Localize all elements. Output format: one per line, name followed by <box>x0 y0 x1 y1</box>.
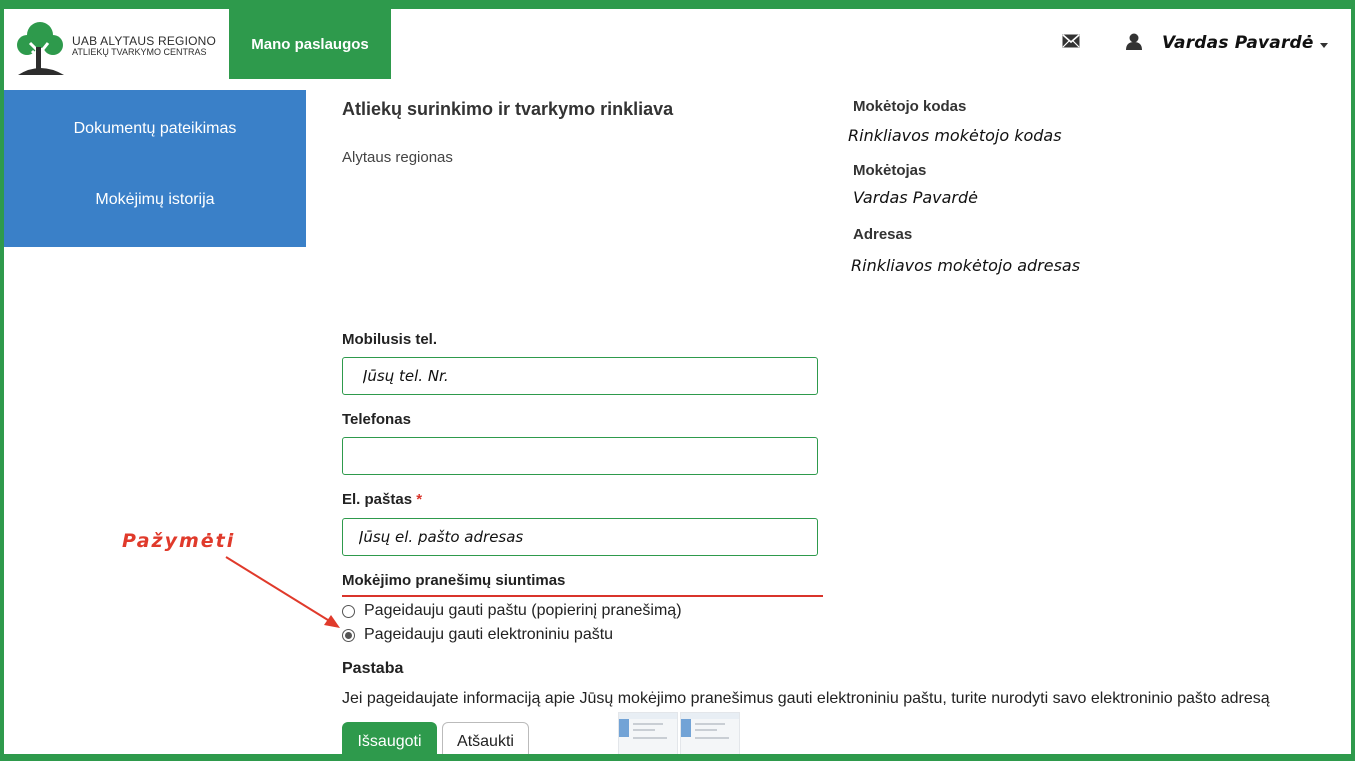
note-heading: Pastaba <box>342 660 404 677</box>
caret-down-icon[interactable] <box>1320 43 1328 48</box>
delivery-heading: Mokėjimo pranešimų siuntimas <box>342 572 566 589</box>
address-value: Rinkliavos mokėtojo adresas <box>851 256 1081 275</box>
brand-line1: UAB ALYTAUS REGIONO <box>72 34 217 48</box>
payer-code-value: Rinkliavos mokėtojo kodas <box>848 126 1062 145</box>
arrow-icon <box>225 556 340 628</box>
email-input[interactable] <box>342 518 818 556</box>
radio-option-email[interactable]: Pageidauju gauti elektroniniu paštu <box>342 626 613 644</box>
mobile-label: Mobilusis tel. <box>342 331 438 348</box>
radio-option-paper-label: Pageidauju gauti paštu (popierinį praneš… <box>364 602 682 619</box>
note-text: Jei pageidaujate informaciją apie Jūsų m… <box>342 690 1270 707</box>
required-marker: * <box>416 491 423 508</box>
logo[interactable]: UAB ALYTAUS REGIONO ATLIEKŲ TVARKYMO CEN… <box>4 9 229 85</box>
region-text: Alytaus regionas <box>342 149 453 166</box>
mobile-input[interactable] <box>342 357 818 395</box>
payer-label: Mokėtojas <box>853 162 927 179</box>
user-menu-name[interactable]: Vardas Pavardė <box>1162 33 1314 53</box>
mail-icon[interactable] <box>1062 34 1080 48</box>
tree-logo-icon <box>17 22 64 75</box>
sidebar-item-dokumentu-pateikimas[interactable]: Dokumentų pateikimas <box>4 120 306 138</box>
sidebar: Dokumentų pateikimas Mokėjimų istorija <box>4 90 306 247</box>
email-label: El. paštas * <box>342 491 422 508</box>
cancel-button[interactable]: Atšaukti <box>442 722 529 761</box>
highlight-underline <box>342 595 823 597</box>
sidebar-item-mokejimu-istorija[interactable]: Mokėjimų istorija <box>4 191 306 209</box>
page-thumbnail[interactable] <box>618 712 678 760</box>
phone-label: Telefonas <box>342 411 411 428</box>
tab-mano-paslaugos[interactable]: Mano paslaugos <box>229 9 391 79</box>
annotation-label: Pažymėti <box>122 530 236 552</box>
radio-option-email-label: Pageidauju gauti elektroniniu paštu <box>364 626 614 643</box>
page-thumbnail[interactable] <box>680 712 740 760</box>
address-label: Adresas <box>853 226 913 243</box>
payer-code-label: Mokėtojo kodas <box>853 98 967 115</box>
user-icon <box>1126 33 1142 50</box>
payer-value: Vardas Pavardė <box>853 188 978 207</box>
page-title: Atliekų surinkimo ir tvarkymo rinkliava <box>342 99 674 119</box>
radio-option-paper[interactable]: Pageidauju gauti paštu (popierinį praneš… <box>342 602 682 620</box>
phone-input[interactable] <box>342 437 818 475</box>
email-label-text: El. paštas <box>342 491 413 508</box>
brand-line2: ATLIEKŲ TVARKYMO CENTRAS <box>72 47 207 57</box>
save-button[interactable]: Išsaugoti <box>342 722 437 761</box>
